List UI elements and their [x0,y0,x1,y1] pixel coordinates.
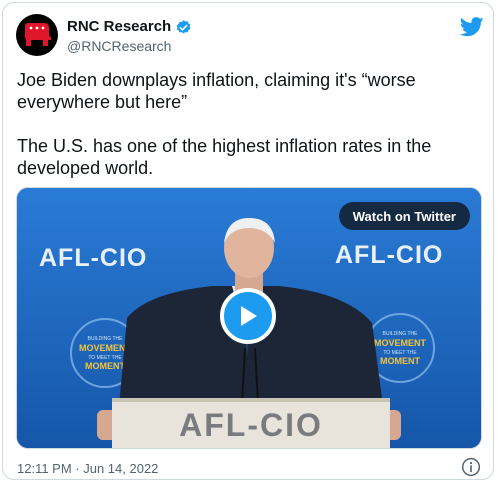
banner-right-text: AFL-CIO [335,241,443,269]
emblem-line: MOVEMENT [79,343,132,353]
author-handle[interactable]: @RNCResearch [67,38,171,54]
author-display-name[interactable]: RNC Research [67,18,171,36]
tweet-embed-card: RNC Research @RNCResearch Joe Biden down… [2,2,494,480]
tweet-paragraph: Joe Biden downplays inflation, claiming … [17,70,416,112]
info-icon[interactable] [461,457,481,477]
tweet-timestamp[interactable]: 12:11 PM · Jun 14, 2022 [17,461,158,476]
gop-elephant-logo-icon [24,23,51,46]
emblem-line: MOMENT [380,356,420,366]
banner-left-text: AFL-CIO [39,244,147,272]
watch-on-twitter-button[interactable]: Watch on Twitter [338,202,470,230]
play-icon [241,306,257,326]
video-media[interactable]: AFL-CIO AFL-CIO BUILDING THE MOVEMENT TO… [16,187,482,449]
verified-badge-icon [176,19,191,34]
author-display-name-row[interactable]: RNC Research [67,18,192,36]
twitter-bird-icon[interactable] [460,17,484,37]
emblem-line: BUILDING THE [88,336,124,342]
emblem-line: MOVEMENT [374,338,427,348]
emblem-line: MOMENT [85,361,125,371]
emblem-line: BUILDING THE [383,331,419,337]
podium-text: AFL-CIO [179,407,323,443]
tweet-paragraph: The U.S. has one of the highest inflatio… [17,136,432,178]
play-button[interactable] [220,288,276,344]
tweet-text: Joe Biden downplays inflation, claiming … [17,69,487,201]
podium: AFL-CIO [112,398,390,448]
avatar[interactable] [16,14,58,56]
